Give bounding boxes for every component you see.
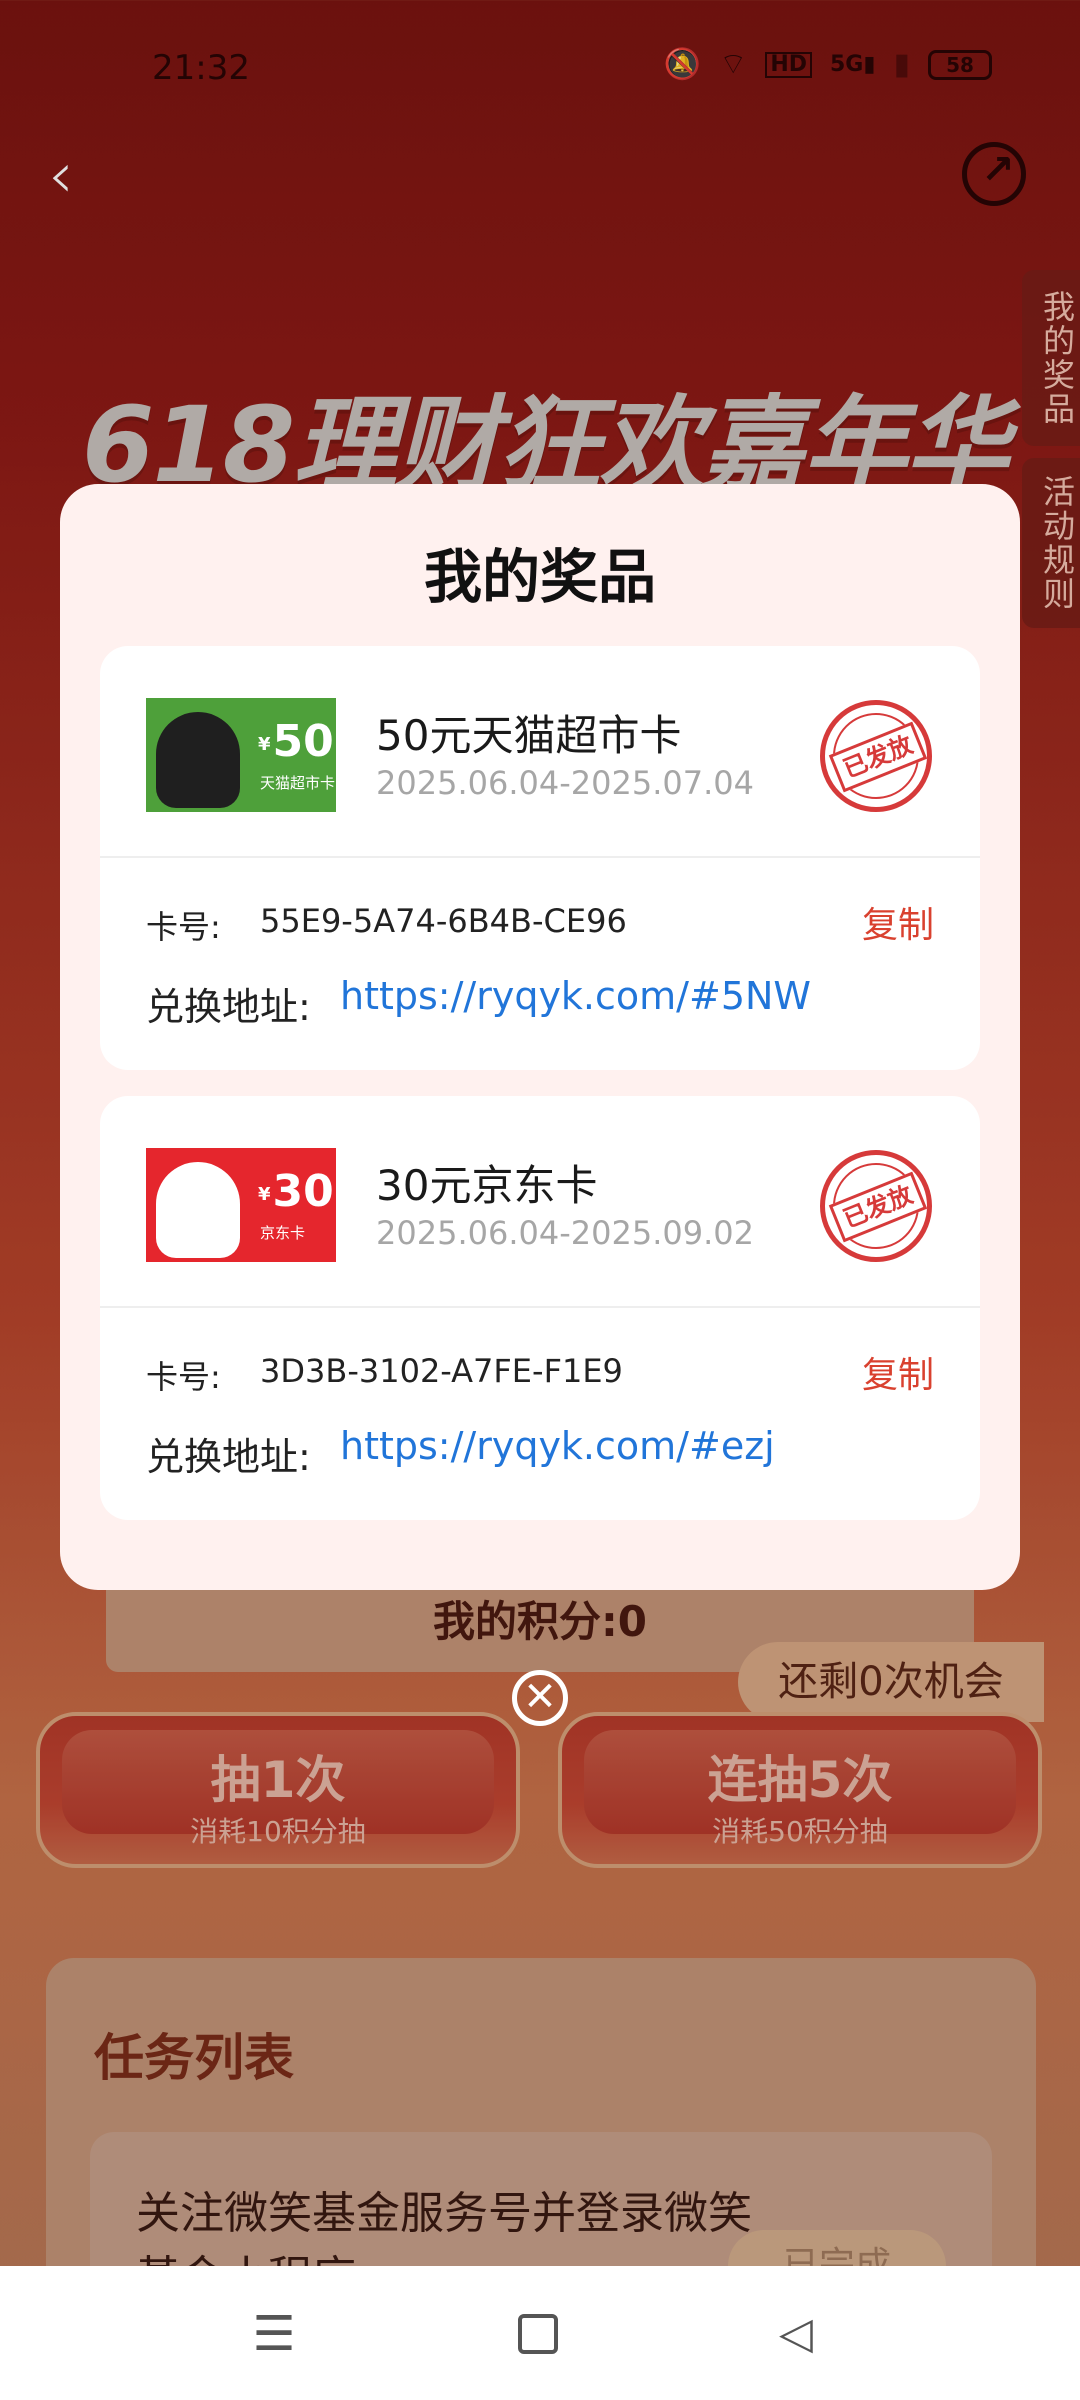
back-triangle-icon[interactable]: ◁ (770, 2308, 822, 2360)
redeem-address-label: 兑换地址: (146, 1435, 311, 1479)
prize-card: ¥50 天猫超市卡 50元天猫超市卡 2025.06.04-2025.07.04… (100, 646, 980, 1070)
prize-validity: 2025.06.04-2025.07.04 (376, 764, 754, 802)
jd-dog-icon (156, 1162, 240, 1258)
card-number-value: 3D3B-3102-A7FE-F1E9 (260, 1352, 623, 1390)
copy-button[interactable]: 复制 (862, 896, 934, 948)
copy-button[interactable]: 复制 (862, 1346, 934, 1398)
my-prizes-modal: 我的奖品 ¥50 天猫超市卡 50元天猫超市卡 2025.06.04-2025.… (60, 484, 1020, 1590)
card-number-label: 卡号: (146, 1358, 221, 1396)
card-number-value: 55E9-5A74-6B4B-CE96 (260, 902, 627, 940)
modal-title: 我的奖品 (423, 543, 656, 611)
prize-name: 50元天猫超市卡 (376, 711, 682, 760)
yen-symbol: ¥ (258, 1183, 271, 1205)
divider (100, 1306, 980, 1308)
prize-validity: 2025.06.04-2025.09.02 (376, 1214, 754, 1252)
thumb-amount-value: 30 (272, 1166, 334, 1217)
stamp-text: 已发放 (828, 1171, 928, 1243)
thumb-label: 京东卡 (260, 1224, 306, 1242)
menu-icon[interactable]: ☰ (248, 2308, 300, 2360)
issued-stamp-icon: 已发放 (820, 700, 932, 812)
redeem-link[interactable]: https://ryqyk.com/#5NW (340, 974, 811, 1018)
system-navigation-bar: ☰ ◁ (0, 2266, 1080, 2400)
redeem-address-label: 兑换地址: (146, 985, 311, 1029)
thumb-amount: ¥30 (258, 1166, 334, 1217)
prize-name: 30元京东卡 (376, 1161, 598, 1210)
yen-symbol: ¥ (258, 733, 271, 755)
thumb-label: 天猫超市卡 (260, 774, 336, 792)
issued-stamp-icon: 已发放 (820, 1150, 932, 1262)
jd-card-image: ¥30 京东卡 (146, 1148, 336, 1262)
prize-card: ¥30 京东卡 30元京东卡 2025.06.04-2025.09.02 已发放… (100, 1096, 980, 1520)
tmall-card-image: ¥50 天猫超市卡 (146, 698, 336, 812)
thumb-amount: ¥50 (258, 716, 334, 767)
close-icon[interactable]: ✕ (512, 1670, 568, 1726)
tmall-cat-icon (156, 712, 240, 808)
thumb-amount-value: 50 (272, 716, 334, 767)
card-number-label: 卡号: (146, 908, 221, 946)
home-icon[interactable] (512, 2308, 564, 2360)
stamp-text: 已发放 (828, 721, 928, 793)
divider (100, 856, 980, 858)
redeem-link[interactable]: https://ryqyk.com/#ezj (340, 1424, 775, 1468)
